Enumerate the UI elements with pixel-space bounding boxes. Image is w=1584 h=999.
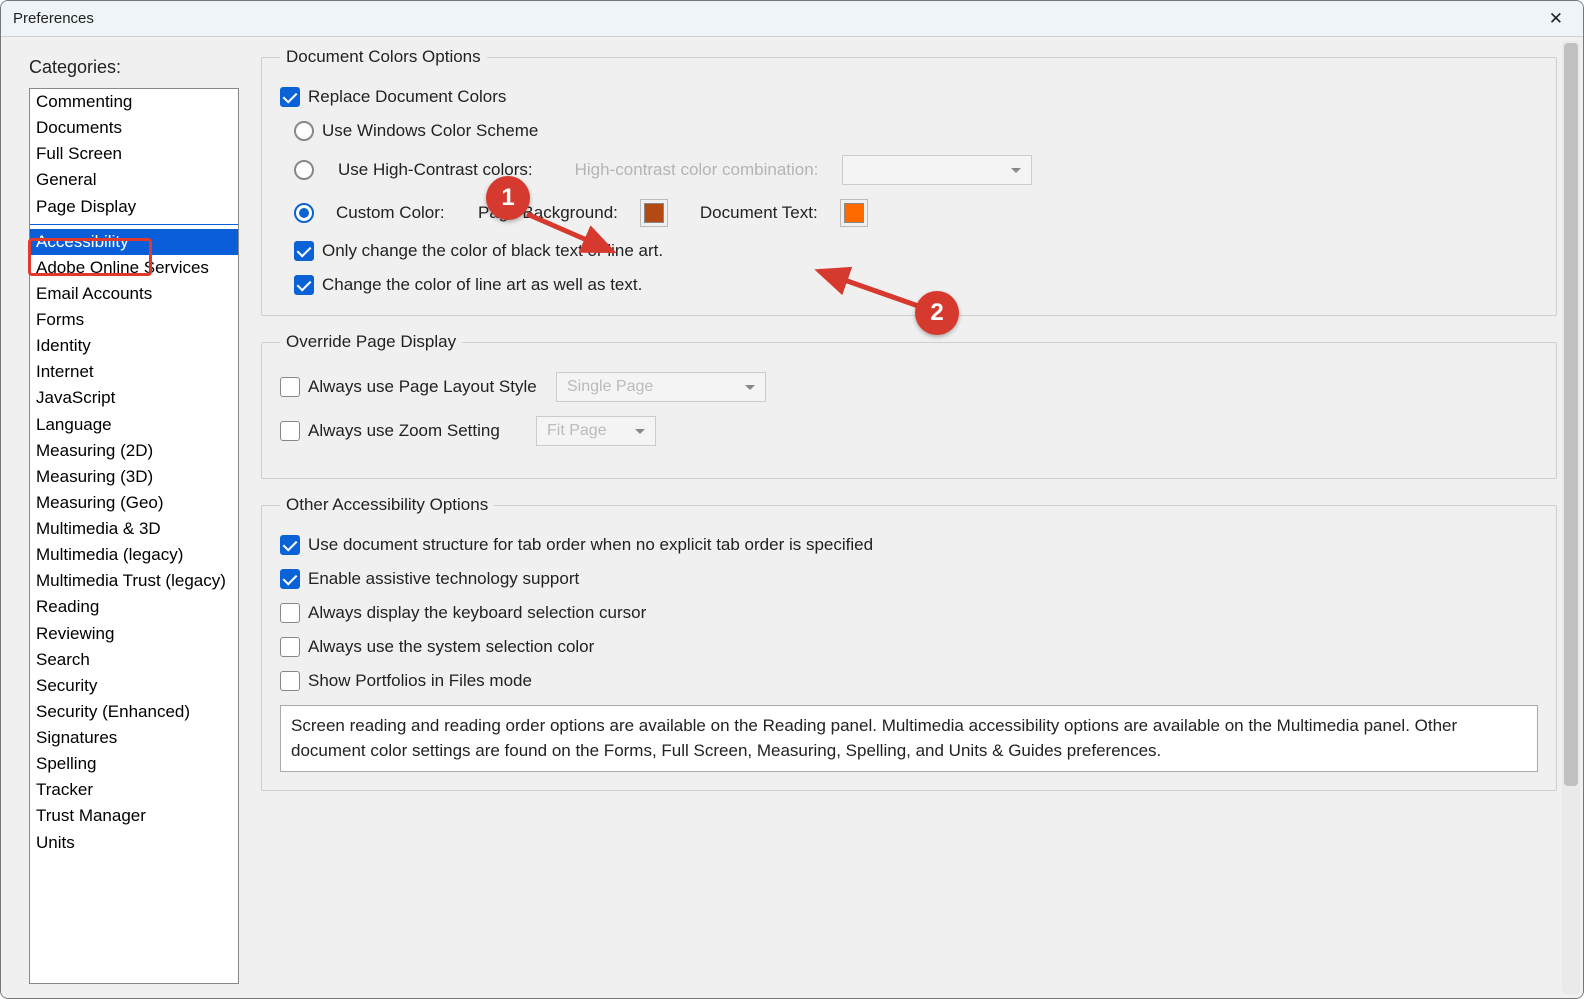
other-option-label: Use document structure for tab order whe… (308, 535, 873, 555)
category-item[interactable]: Multimedia Trust (legacy) (30, 568, 238, 594)
other-option-label: Always use the system selection color (308, 637, 594, 657)
content-pane: Document Colors Options Replace Document… (253, 37, 1583, 998)
document-text-swatch[interactable] (840, 199, 868, 227)
category-item[interactable]: Documents (30, 115, 238, 141)
only-black-checkbox[interactable] (294, 241, 314, 261)
other-option-checkbox[interactable] (280, 603, 300, 623)
titlebar: Preferences ✕ (1, 1, 1583, 37)
high-contrast-combo-label: High-contrast color combination: (575, 160, 819, 180)
accessibility-info-text: Screen reading and reading order options… (280, 705, 1538, 772)
category-item[interactable]: Multimedia (legacy) (30, 542, 238, 568)
category-item[interactable]: General (30, 167, 238, 193)
category-item[interactable]: Accessibility (30, 229, 238, 255)
category-item[interactable]: Internet (30, 359, 238, 385)
category-item[interactable]: Tracker (30, 777, 238, 803)
other-option-checkbox[interactable] (280, 671, 300, 691)
category-item[interactable]: Measuring (3D) (30, 464, 238, 490)
replace-colors-label: Replace Document Colors (308, 87, 506, 107)
other-option-label: Show Portfolios in Files mode (308, 671, 532, 691)
document-text-color (844, 203, 864, 223)
annotation-badge-2: 2 (915, 291, 959, 335)
zoom-setting-combo: Fit Page (536, 416, 656, 446)
other-option-checkbox[interactable] (280, 535, 300, 555)
window-title: Preferences (13, 10, 94, 27)
custom-color-radio[interactable] (294, 203, 314, 223)
page-layout-combo: Single Page (556, 372, 766, 402)
page-layout-label: Always use Page Layout Style (308, 377, 548, 397)
category-item[interactable]: Security (Enhanced) (30, 699, 238, 725)
override-legend: Override Page Display (280, 332, 462, 352)
categories-list[interactable]: CommentingDocumentsFull ScreenGeneralPag… (29, 88, 239, 984)
other-option-label: Always display the keyboard selection cu… (308, 603, 646, 623)
category-item[interactable]: Multimedia & 3D (30, 516, 238, 542)
document-colors-legend: Document Colors Options (280, 47, 487, 67)
category-item[interactable]: Adobe Online Services (30, 255, 238, 281)
category-item[interactable]: Forms (30, 307, 238, 333)
category-item[interactable]: Measuring (2D) (30, 438, 238, 464)
category-item[interactable]: Security (30, 673, 238, 699)
category-item[interactable]: Spelling (30, 751, 238, 777)
categories-label: Categories: (29, 57, 239, 78)
override-page-display-group: Override Page Display Always use Page La… (261, 332, 1557, 479)
category-item[interactable]: Signatures (30, 725, 238, 751)
high-contrast-combo (842, 155, 1032, 185)
category-item[interactable]: Reviewing (30, 621, 238, 647)
windows-color-scheme-radio[interactable] (294, 121, 314, 141)
page-background-swatch[interactable] (640, 199, 668, 227)
category-item[interactable]: Commenting (30, 89, 238, 115)
category-item[interactable]: Reading (30, 594, 238, 620)
category-item[interactable]: JavaScript (30, 385, 238, 411)
other-accessibility-group: Other Accessibility Options Use document… (261, 495, 1557, 791)
category-item[interactable]: Measuring (Geo) (30, 490, 238, 516)
category-item[interactable]: Email Accounts (30, 281, 238, 307)
zoom-setting-checkbox[interactable] (280, 421, 300, 441)
category-item[interactable]: Trust Manager (30, 803, 238, 829)
page-layout-checkbox[interactable] (280, 377, 300, 397)
category-item[interactable]: Language (30, 412, 238, 438)
line-art-checkbox[interactable] (294, 275, 314, 295)
categories-sidebar: Categories: CommentingDocumentsFull Scre… (1, 37, 253, 998)
category-item[interactable]: Units (30, 830, 238, 856)
category-item[interactable]: Identity (30, 333, 238, 359)
scrollbar-thumb[interactable] (1564, 43, 1578, 786)
document-text-label: Document Text: (700, 203, 818, 223)
category-item[interactable]: Page Display (30, 194, 238, 220)
line-art-label: Change the color of line art as well as … (322, 275, 642, 295)
windows-color-scheme-label: Use Windows Color Scheme (322, 121, 538, 141)
other-option-label: Enable assistive technology support (308, 569, 579, 589)
other-option-checkbox[interactable] (280, 637, 300, 657)
category-item[interactable]: Search (30, 647, 238, 673)
custom-color-label: Custom Color: (336, 203, 456, 223)
replace-colors-checkbox[interactable] (280, 87, 300, 107)
window-scrollbar[interactable] (1562, 41, 1580, 994)
close-icon[interactable]: ✕ (1541, 5, 1571, 33)
preferences-window: Preferences ✕ Categories: CommentingDocu… (0, 0, 1584, 999)
document-colors-group: Document Colors Options Replace Document… (261, 47, 1557, 316)
annotation-badge-1: 1 (486, 176, 530, 220)
page-background-color (644, 203, 664, 223)
only-black-label: Only change the color of black text or l… (322, 241, 663, 261)
other-legend: Other Accessibility Options (280, 495, 494, 515)
zoom-setting-label: Always use Zoom Setting (308, 421, 528, 441)
other-option-checkbox[interactable] (280, 569, 300, 589)
category-item[interactable]: Full Screen (30, 141, 238, 167)
high-contrast-radio[interactable] (294, 160, 314, 180)
